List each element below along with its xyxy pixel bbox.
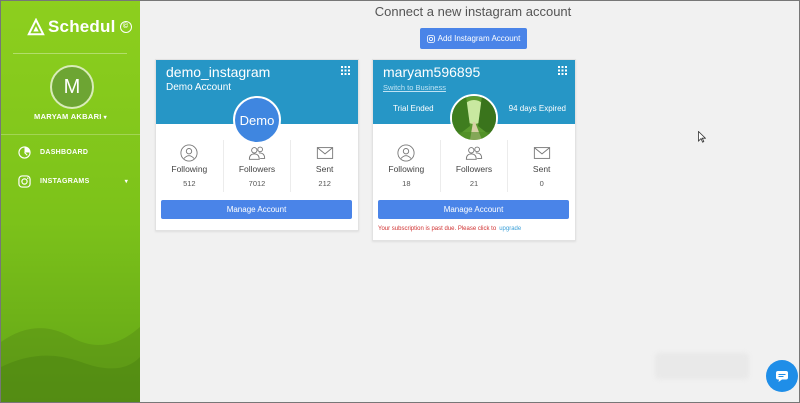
user-name: MARYAM AKBARI [34,112,102,121]
stat-label: Followers [238,164,276,174]
account-card-demo: demo_instagram Demo Account Demo Followi… [155,59,359,231]
stat-followers: Followers 21 [439,140,508,192]
mouse-cursor-icon [698,131,706,143]
people-icon [248,146,266,160]
expired-status: 94 days Expired [508,104,566,113]
account-handle: maryam596895 [383,64,481,80]
grid-menu-icon[interactable] [558,66,567,75]
manage-account-button[interactable]: Manage Account [161,200,352,219]
sidebar-divider [1,134,140,135]
grid-menu-icon[interactable] [341,66,350,75]
user-menu[interactable]: MARYAM AKBARI ▾ [1,112,140,121]
account-stats: Following 18 Followers 21 Sent 0 [373,140,575,192]
envelope-icon [316,147,333,159]
caret-down-icon: ▾ [103,115,107,121]
stat-value: 0 [539,179,544,188]
page-title: Connect a new instagram account [374,4,572,19]
stat-following: Following 512 [156,140,223,192]
sidebar: Schedul © M MARYAM AKBARI ▾ DASHBOARD INS… [1,1,140,402]
account-stats: Following 512 Followers 7012 Sent 212 [156,140,358,192]
subscription-due-notice: Your subscription is past due. Please cl… [378,226,521,232]
stat-sent: Sent 0 [507,140,575,192]
stat-label: Sent [532,164,551,174]
instagram-icon [426,34,435,43]
app-name: Schedul [48,17,116,36]
blurred-overlay [655,353,749,379]
stat-label: Followers [455,164,493,174]
sidebar-item-instagrams[interactable]: INSTAGRAMS ▾ [18,175,128,188]
envelope-icon [533,147,550,159]
logo-badge-icon: © [119,21,132,33]
due-notice-text: Your subscription is past due. Please cl… [378,226,497,232]
stat-value: 21 [469,179,479,188]
trial-status: Trial Ended [393,104,434,113]
account-card-maryam: maryam596895 Switch to Business Trial En… [372,59,576,241]
caret-down-icon: ▾ [124,179,128,185]
add-account-label: Add Instagram Account [437,34,521,43]
stat-label: Following [171,164,208,174]
stat-value: 512 [183,179,196,188]
sidebar-item-dashboard[interactable]: DASHBOARD [18,146,88,159]
person-icon [180,144,198,162]
account-card-header: demo_instagram Demo Account Demo [156,60,358,144]
stat-label: Following [388,164,425,174]
dashboard-icon [18,146,31,159]
account-handle: demo_instagram [166,64,271,80]
sidebar-item-label: DASHBOARD [40,149,89,156]
app-logo[interactable]: Schedul © [27,17,132,37]
account-avatar-photo [450,94,498,142]
account-card-header: maryam596895 Switch to Business Trial En… [373,60,575,142]
sidebar-divider [13,53,127,54]
manage-account-button[interactable]: Manage Account [378,200,569,219]
person-icon [397,144,415,162]
upgrade-link[interactable]: upgrade [499,226,521,232]
logo-mark-icon [27,18,45,36]
people-icon [465,146,483,160]
stat-value: 18 [402,179,411,188]
stat-value: 7012 [248,179,266,188]
stat-following: Following 18 [373,140,440,192]
chat-icon [776,371,788,382]
user-avatar[interactable]: M [50,65,94,109]
sidebar-background-hills [1,327,140,402]
stat-sent: Sent 212 [290,140,358,192]
sidebar-item-label: INSTAGRAMS [40,178,90,185]
forest-path-image [452,96,496,140]
stat-label: Sent [315,164,334,174]
chat-support-button[interactable] [766,360,798,392]
account-subtitle: Demo Account [166,82,232,93]
stat-followers: Followers 7012 [222,140,291,192]
instagram-icon [18,175,31,188]
account-avatar: Demo [233,96,281,144]
add-instagram-account-button[interactable]: Add Instagram Account [420,28,527,49]
stat-value: 212 [318,179,331,188]
switch-to-business-link[interactable]: Switch to Business [383,83,446,92]
